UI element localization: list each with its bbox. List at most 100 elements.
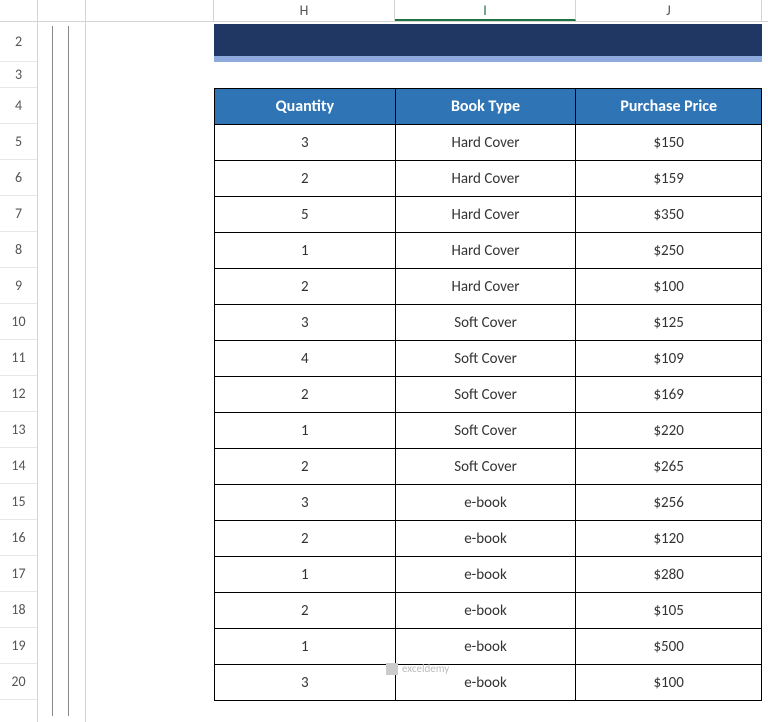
cell-purchase_price[interactable]: $109 bbox=[576, 341, 762, 377]
row-header-11[interactable]: 11 bbox=[0, 340, 37, 376]
cell-purchase_price[interactable]: $100 bbox=[576, 269, 762, 305]
cell-quantity[interactable]: 3 bbox=[215, 485, 396, 521]
cell-purchase_price[interactable]: $220 bbox=[576, 413, 762, 449]
row-header-18[interactable]: 18 bbox=[0, 592, 37, 628]
cell-book_type[interactable]: e-book bbox=[395, 521, 576, 557]
table-row: 1Soft Cover$220 bbox=[215, 413, 762, 449]
cell-book_type[interactable]: Hard Cover bbox=[395, 161, 576, 197]
cell-book_type[interactable]: Hard Cover bbox=[395, 269, 576, 305]
cell-book_type[interactable]: Soft Cover bbox=[395, 377, 576, 413]
cell-book_type[interactable]: e-book bbox=[395, 485, 576, 521]
outline-line-2 bbox=[68, 26, 69, 716]
header-quantity[interactable]: Quantity bbox=[215, 89, 396, 125]
row-headers: 2 3 4 5 6 7 8 9 10 11 12 13 14 15 16 17 … bbox=[0, 22, 38, 722]
cell-purchase_price[interactable]: $265 bbox=[576, 449, 762, 485]
cell-quantity[interactable]: 2 bbox=[215, 593, 396, 629]
data-table: Quantity Book Type Purchase Price 3Hard … bbox=[214, 88, 762, 701]
cell-purchase_price[interactable]: $105 bbox=[576, 593, 762, 629]
row-header-3[interactable]: 3 bbox=[0, 62, 37, 88]
column-header-j[interactable]: J bbox=[576, 0, 762, 21]
row-header-16[interactable]: 16 bbox=[0, 520, 37, 556]
row-header-17[interactable]: 17 bbox=[0, 556, 37, 592]
column-header-k-edge bbox=[762, 0, 768, 21]
cell-book_type[interactable]: Soft Cover bbox=[395, 413, 576, 449]
cell-book_type[interactable]: e-book bbox=[395, 557, 576, 593]
cell-book_type[interactable]: Hard Cover bbox=[395, 125, 576, 161]
cell-quantity[interactable]: 1 bbox=[215, 413, 396, 449]
cell-quantity[interactable]: 2 bbox=[215, 161, 396, 197]
cell-purchase_price[interactable]: $250 bbox=[576, 233, 762, 269]
cell-quantity[interactable]: 5 bbox=[215, 197, 396, 233]
cell-quantity[interactable]: 3 bbox=[215, 305, 396, 341]
row-header-13[interactable]: 13 bbox=[0, 412, 37, 448]
row-header-4[interactable]: 4 bbox=[0, 88, 37, 124]
cell-purchase_price[interactable]: $125 bbox=[576, 305, 762, 341]
table-row: 5Hard Cover$350 bbox=[215, 197, 762, 233]
outline-header-spacer bbox=[38, 0, 86, 21]
table-row: 3e-book$256 bbox=[215, 485, 762, 521]
column-header-g-spacer[interactable] bbox=[86, 0, 214, 21]
cell-purchase_price[interactable]: $169 bbox=[576, 377, 762, 413]
cell-quantity[interactable]: 3 bbox=[215, 125, 396, 161]
table-row: 2Soft Cover$265 bbox=[215, 449, 762, 485]
column-header-h[interactable]: H bbox=[214, 0, 395, 21]
cell-book_type[interactable]: Soft Cover bbox=[395, 449, 576, 485]
watermark-icon bbox=[386, 663, 398, 675]
row-header-7[interactable]: 7 bbox=[0, 196, 37, 232]
row-header-9[interactable]: 9 bbox=[0, 268, 37, 304]
column-header-i[interactable]: I bbox=[395, 0, 576, 21]
cell-quantity[interactable]: 1 bbox=[215, 629, 396, 665]
cell-purchase_price[interactable]: $120 bbox=[576, 521, 762, 557]
table-row: 2e-book$120 bbox=[215, 521, 762, 557]
header-book-type[interactable]: Book Type bbox=[395, 89, 576, 125]
watermark-text: exceldemy bbox=[402, 662, 449, 675]
gap-row bbox=[214, 62, 762, 88]
cell-quantity[interactable]: 2 bbox=[215, 449, 396, 485]
cell-quantity[interactable]: 2 bbox=[215, 377, 396, 413]
table-row: 1e-book$500 bbox=[215, 629, 762, 665]
table-header-row: Quantity Book Type Purchase Price bbox=[215, 89, 762, 125]
row-header-8[interactable]: 8 bbox=[0, 232, 37, 268]
row-header-14[interactable]: 14 bbox=[0, 448, 37, 484]
row-header-12[interactable]: 12 bbox=[0, 376, 37, 412]
cell-quantity[interactable]: 4 bbox=[215, 341, 396, 377]
row-header-10[interactable]: 10 bbox=[0, 304, 37, 340]
cell-book_type[interactable]: e-book bbox=[395, 593, 576, 629]
cell-quantity[interactable]: 1 bbox=[215, 233, 396, 269]
cell-purchase_price[interactable]: $500 bbox=[576, 629, 762, 665]
table-row: 2Hard Cover$159 bbox=[215, 161, 762, 197]
cell-quantity[interactable]: 3 bbox=[215, 665, 396, 701]
column-headers: H I J bbox=[0, 0, 768, 22]
cell-purchase_price[interactable]: $150 bbox=[576, 125, 762, 161]
table-row: 2Hard Cover$100 bbox=[215, 269, 762, 305]
row-header-5[interactable]: 5 bbox=[0, 124, 37, 160]
cell-purchase_price[interactable]: $280 bbox=[576, 557, 762, 593]
cell-book_type[interactable]: Hard Cover bbox=[395, 197, 576, 233]
cell-book_type[interactable]: Soft Cover bbox=[395, 341, 576, 377]
cell-purchase_price[interactable]: $100 bbox=[576, 665, 762, 701]
cell-book_type[interactable]: e-book bbox=[395, 629, 576, 665]
grid-column-g-spacer bbox=[86, 22, 214, 722]
row-header-20[interactable]: 20 bbox=[0, 664, 37, 700]
cell-purchase_price[interactable]: $159 bbox=[576, 161, 762, 197]
row-header-15[interactable]: 15 bbox=[0, 484, 37, 520]
table-row: 3Hard Cover$150 bbox=[215, 125, 762, 161]
main-area: 2 3 4 5 6 7 8 9 10 11 12 13 14 15 16 17 … bbox=[0, 22, 768, 722]
cell-book_type[interactable]: Hard Cover bbox=[395, 233, 576, 269]
title-band bbox=[214, 24, 762, 56]
cell-quantity[interactable]: 2 bbox=[215, 269, 396, 305]
grid[interactable]: Quantity Book Type Purchase Price 3Hard … bbox=[86, 22, 768, 722]
row-header-2[interactable]: 2 bbox=[0, 22, 37, 62]
table-row: 3e-book$100 bbox=[215, 665, 762, 701]
header-purchase-price[interactable]: Purchase Price bbox=[576, 89, 762, 125]
watermark: exceldemy bbox=[386, 662, 449, 675]
cell-purchase_price[interactable]: $256 bbox=[576, 485, 762, 521]
cell-quantity[interactable]: 1 bbox=[215, 557, 396, 593]
outline-pane[interactable] bbox=[38, 22, 86, 722]
cell-book_type[interactable]: Soft Cover bbox=[395, 305, 576, 341]
row-header-19[interactable]: 19 bbox=[0, 628, 37, 664]
content-area: Quantity Book Type Purchase Price 3Hard … bbox=[214, 22, 762, 701]
cell-quantity[interactable]: 2 bbox=[215, 521, 396, 557]
cell-purchase_price[interactable]: $350 bbox=[576, 197, 762, 233]
row-header-6[interactable]: 6 bbox=[0, 160, 37, 196]
